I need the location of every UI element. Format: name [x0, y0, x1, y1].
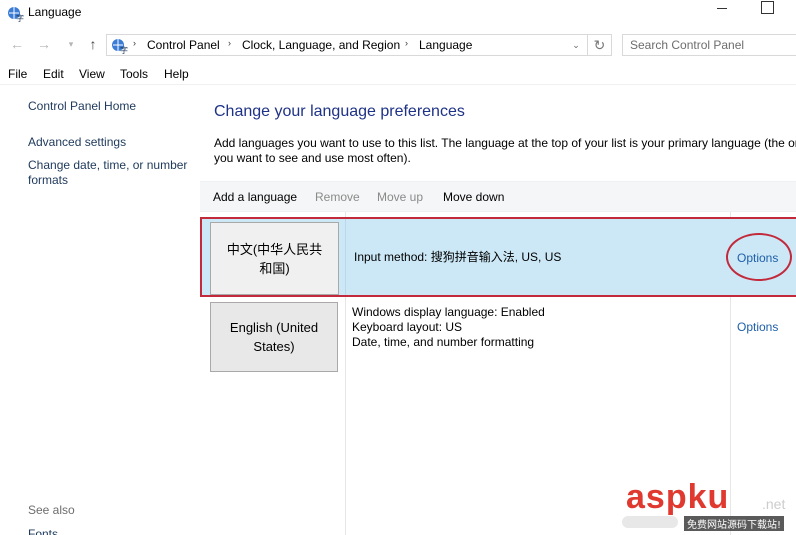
address-bar[interactable]: 字 › Control Panel › Clock, Language, and…: [106, 34, 588, 56]
language-name-line2: 和国): [259, 260, 290, 276]
language-name-line2: States): [253, 339, 295, 354]
language-name-chinese[interactable]: 中文(中华人民共 和国): [210, 222, 339, 295]
options-link-english[interactable]: Options: [737, 320, 778, 334]
change-date-time-line2: formats: [28, 173, 69, 187]
up-button[interactable]: ↑: [84, 34, 102, 54]
language-app-icon: 字: [8, 7, 24, 22]
language-location-icon: 字: [112, 39, 128, 54]
breadcrumb-separator[interactable]: ›: [228, 38, 231, 48]
language-toolbar: Add a language Remove Move up Move down: [200, 181, 796, 212]
language-name-line1: English (United: [229, 320, 319, 335]
title-bar: 字 Language: [0, 0, 796, 28]
control-panel-home-link[interactable]: Control Panel Home: [28, 99, 136, 114]
options-link-chinese[interactable]: Options: [737, 251, 778, 265]
formatting-text: Date, time, and number formatting: [352, 335, 535, 349]
language-name-english[interactable]: English (United States): [210, 302, 338, 372]
menu-file[interactable]: File: [8, 67, 27, 81]
keyboard-layout-text: Keyboard layout: US: [352, 320, 463, 334]
watermark-mark-icon: [622, 516, 678, 528]
advanced-settings-link[interactable]: Advanced settings: [28, 135, 126, 150]
language-info-chinese: Input method: 搜狗拼音输入法, US, US: [354, 250, 561, 265]
navigation-bar: ← → ▾ ↑ 字 › Control Panel › Clock, Langu…: [0, 28, 796, 62]
language-name-line1: 中文(中华人民共: [226, 241, 323, 257]
search-box[interactable]: [622, 34, 796, 56]
breadcrumb-control-panel[interactable]: Control Panel: [147, 38, 220, 52]
forward-button[interactable]: →: [35, 34, 53, 54]
main-content: Change your language preferences Add lan…: [200, 85, 796, 535]
column-divider: [345, 219, 346, 295]
see-also-label: See also: [28, 503, 75, 517]
fonts-link[interactable]: Fonts: [28, 527, 58, 535]
back-button[interactable]: ←: [8, 34, 26, 54]
add-language-button[interactable]: Add a language: [213, 190, 297, 204]
left-pane: Control Panel Home Advanced settings Cha…: [0, 85, 200, 535]
breadcrumb-separator[interactable]: ›: [133, 38, 136, 48]
language-row-chinese[interactable]: 中文(中华人民共 和国) Input method: 搜狗拼音输入法, US, …: [200, 217, 796, 297]
menu-bar: File Edit View Tools Help: [0, 64, 796, 85]
input-method-text: Input method: 搜狗拼音输入法, US, US: [354, 250, 562, 264]
menu-edit[interactable]: Edit: [43, 67, 64, 81]
svg-text:字: 字: [16, 13, 24, 22]
move-down-button[interactable]: Move down: [443, 190, 504, 204]
recent-locations-button[interactable]: ▾: [62, 34, 80, 54]
search-input[interactable]: [623, 35, 796, 55]
menu-tools[interactable]: Tools: [120, 67, 148, 81]
menu-view[interactable]: View: [79, 67, 105, 81]
breadcrumb-clock-language-region[interactable]: Clock, Language, and Region: [242, 38, 400, 52]
language-info-english: Windows display language: Enabled Keyboa…: [352, 305, 545, 350]
watermark-suffix: .net: [762, 496, 786, 512]
maximize-button[interactable]: [752, 0, 782, 20]
menu-help[interactable]: Help: [164, 67, 189, 81]
address-dropdown-icon[interactable]: ⌄: [569, 37, 583, 53]
watermark-tagline: 免费网站源码下载站!: [684, 516, 785, 531]
watermark-logo: aspku .net 免费网站源码下载站!: [620, 478, 796, 535]
language-row-english[interactable]: English (United States) Windows display …: [200, 301, 796, 377]
change-date-time-link[interactable]: Change date, time, or number formats: [28, 158, 187, 188]
breadcrumb-language[interactable]: Language: [419, 38, 472, 52]
page-description: Add languages you want to use to this li…: [214, 136, 796, 166]
remove-button[interactable]: Remove: [315, 190, 360, 204]
breadcrumb-separator[interactable]: ›: [405, 38, 408, 48]
window-title: Language: [28, 5, 82, 19]
minimize-button[interactable]: [706, 0, 736, 20]
description-line1: Add languages you want to use to this li…: [214, 136, 796, 150]
display-language-text: Windows display language: Enabled: [352, 305, 545, 319]
svg-text:字: 字: [120, 45, 128, 54]
move-up-button[interactable]: Move up: [377, 190, 423, 204]
change-date-time-line1: Change date, time, or number: [28, 158, 188, 172]
refresh-button[interactable]: ↻: [588, 34, 612, 56]
description-line2: you want to see and use most often).: [214, 151, 411, 165]
page-title: Change your language preferences: [214, 103, 465, 120]
